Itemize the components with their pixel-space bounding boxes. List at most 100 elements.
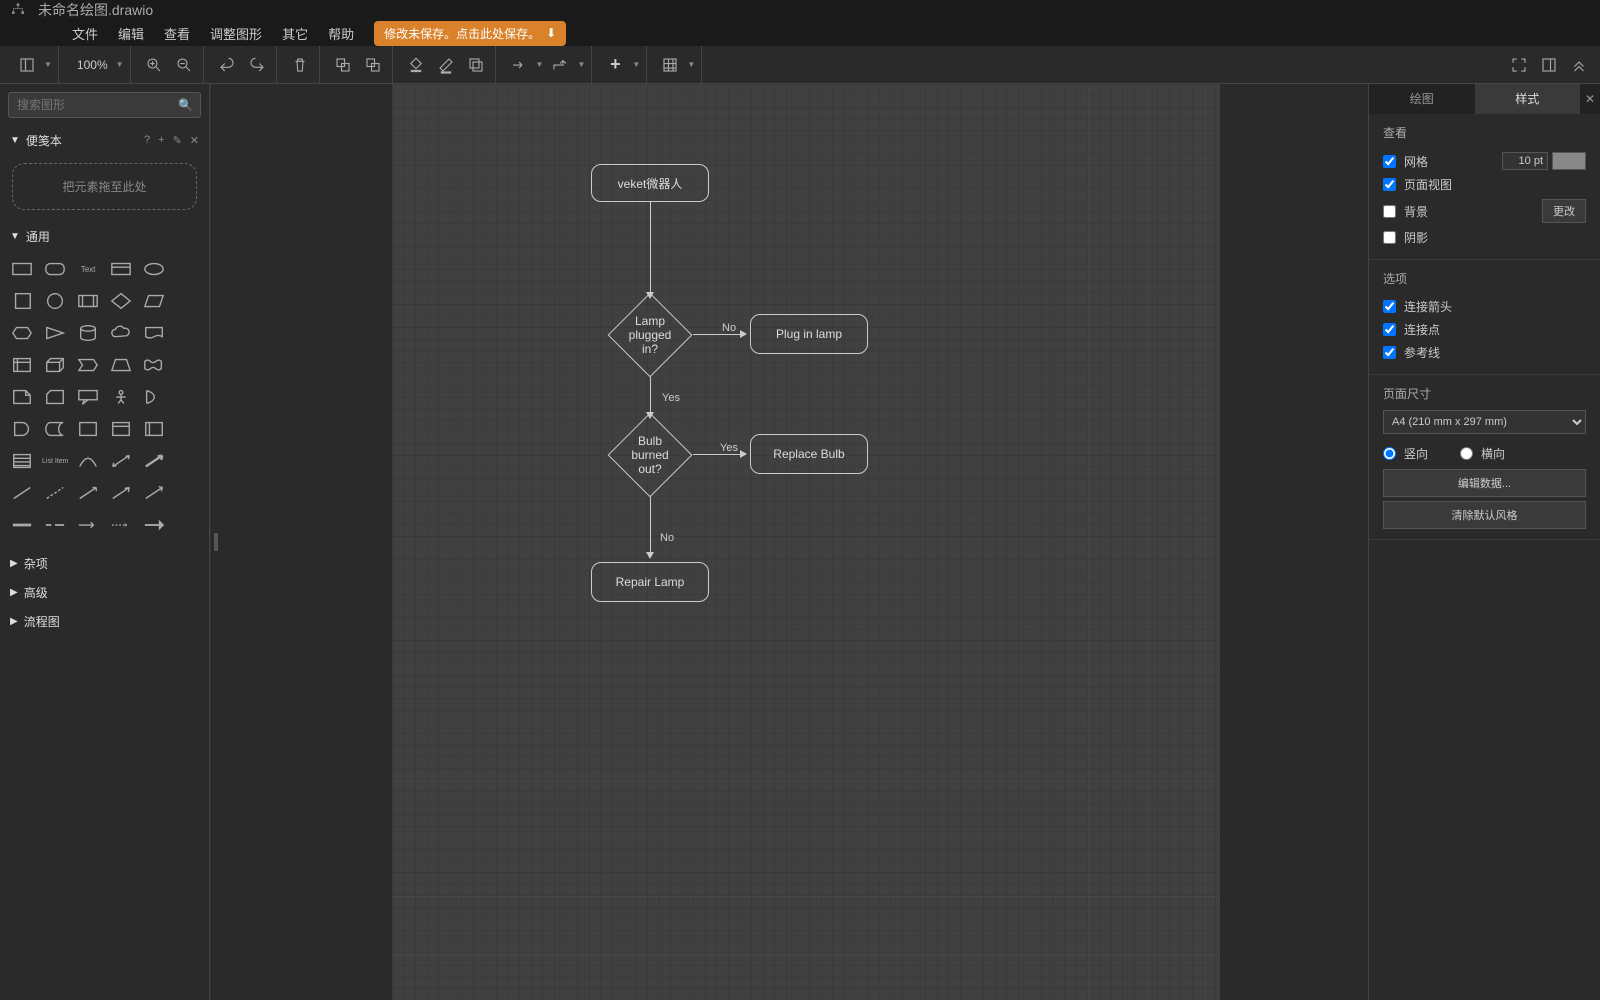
node-plug[interactable]: Plug in lamp <box>750 314 868 354</box>
shape-bidir-arrow[interactable] <box>107 447 136 475</box>
chevron-down-icon[interactable]: ▼ <box>536 60 544 69</box>
node-start[interactable]: veket微器人 <box>591 164 709 202</box>
close-panel-button[interactable]: ✕ <box>1580 84 1600 114</box>
shape-process[interactable] <box>74 287 103 315</box>
background-checkbox[interactable] <box>1383 205 1396 218</box>
shape-data-storage[interactable] <box>41 415 70 443</box>
fill-color-button[interactable] <box>403 52 429 78</box>
shape-cloud[interactable] <box>107 319 136 347</box>
view-mode-button[interactable] <box>14 52 40 78</box>
landscape-radio[interactable] <box>1460 447 1473 460</box>
shape-actor[interactable] <box>107 383 136 411</box>
undo-button[interactable] <box>214 52 240 78</box>
insert-button[interactable]: + <box>602 52 628 78</box>
edge-label-no[interactable]: No <box>722 322 736 334</box>
grid-color-swatch[interactable] <box>1552 152 1586 170</box>
chevron-down-icon[interactable]: ▼ <box>44 60 52 69</box>
shape-curve[interactable] <box>74 447 103 475</box>
to-back-button[interactable] <box>360 52 386 78</box>
section-advanced[interactable]: ▶ 高级 <box>0 578 209 607</box>
shape-open-arrow[interactable] <box>139 479 168 507</box>
edge[interactable] <box>693 454 741 455</box>
shape-line-thin-arrow[interactable] <box>74 479 103 507</box>
shape-ellipse[interactable] <box>139 255 168 283</box>
edge[interactable] <box>650 377 651 413</box>
collapse-button[interactable] <box>1566 52 1592 78</box>
shape-card[interactable] <box>41 383 70 411</box>
node-replace[interactable]: Replace Bulb <box>750 434 868 474</box>
search-icon[interactable]: 🔍 <box>178 98 193 112</box>
shape-square[interactable] <box>8 287 37 315</box>
shape-v-container[interactable] <box>139 415 168 443</box>
shape-link3[interactable] <box>74 511 103 539</box>
shape-or[interactable] <box>139 383 168 411</box>
change-background-button[interactable]: 更改 <box>1542 199 1586 223</box>
section-flowchart[interactable]: ▶ 流程图 <box>0 607 209 636</box>
grid-size-input[interactable] <box>1502 152 1548 170</box>
shape-document[interactable] <box>139 319 168 347</box>
menu-help[interactable]: 帮助 <box>318 20 364 47</box>
shape-cube[interactable] <box>41 351 70 379</box>
to-front-button[interactable] <box>330 52 356 78</box>
menu-arrange[interactable]: 调整图形 <box>200 20 272 47</box>
scratchpad-dropzone[interactable]: 把元素拖至此处 <box>12 163 197 210</box>
shape-and[interactable] <box>8 415 37 443</box>
edge[interactable] <box>693 334 741 335</box>
shape-cylinder[interactable] <box>74 319 103 347</box>
edit-data-button[interactable]: 编辑数据... <box>1383 469 1586 497</box>
menu-edit[interactable]: 编辑 <box>108 20 154 47</box>
shape-container[interactable] <box>74 415 103 443</box>
clear-style-button[interactable]: 清除默认风格 <box>1383 501 1586 529</box>
chevron-down-icon[interactable]: ▼ <box>577 60 585 69</box>
zoom-in-button[interactable] <box>141 52 167 78</box>
edit-icon[interactable]: ✎ <box>173 134 182 147</box>
tab-diagram[interactable]: 绘图 <box>1369 84 1475 114</box>
shape-line[interactable] <box>8 479 37 507</box>
line-color-button[interactable] <box>433 52 459 78</box>
shape-hexagon[interactable] <box>8 319 37 347</box>
shadow-checkbox[interactable] <box>1383 231 1396 244</box>
paper-size-select[interactable]: A4 (210 mm x 297 mm) <box>1383 410 1586 434</box>
shadow-button[interactable] <box>463 52 489 78</box>
shape-link2[interactable] <box>41 511 70 539</box>
redo-button[interactable] <box>244 52 270 78</box>
table-button[interactable] <box>657 52 683 78</box>
tab-style[interactable]: 样式 <box>1475 84 1581 114</box>
shape-rect[interactable] <box>8 255 37 283</box>
shape-internal-storage[interactable] <box>8 351 37 379</box>
document-title[interactable]: 未命名绘图.drawio <box>38 0 153 20</box>
menu-view[interactable]: 查看 <box>154 20 200 47</box>
shape-link1[interactable] <box>8 511 37 539</box>
edge[interactable] <box>650 497 651 553</box>
section-general[interactable]: ▼ 通用 <box>0 222 209 251</box>
shape-trapezoid[interactable] <box>107 351 136 379</box>
grid-checkbox[interactable] <box>1383 155 1396 168</box>
shape-step[interactable] <box>74 351 103 379</box>
portrait-radio[interactable] <box>1383 447 1396 460</box>
chevron-down-icon[interactable]: ▼ <box>632 60 640 69</box>
zoom-out-button[interactable] <box>171 52 197 78</box>
edge-label-no[interactable]: No <box>660 532 674 544</box>
shape-thin-arrow[interactable] <box>107 479 136 507</box>
add-icon[interactable]: + <box>158 134 164 147</box>
shape-circle[interactable] <box>41 287 70 315</box>
fullscreen-button[interactable] <box>1506 52 1532 78</box>
guides-checkbox[interactable] <box>1383 346 1396 359</box>
shape-text[interactable]: Text <box>74 255 103 283</box>
pageview-checkbox[interactable] <box>1383 178 1396 191</box>
shape-textbox[interactable] <box>107 255 136 283</box>
node-repair[interactable]: Repair Lamp <box>591 562 709 602</box>
section-scratchpad[interactable]: ▼ 便笺本 ? + ✎ ✕ <box>0 126 209 155</box>
shape-link5[interactable] <box>139 511 168 539</box>
shape-arrow[interactable] <box>139 447 168 475</box>
section-misc[interactable]: ▶ 杂项 <box>0 549 209 578</box>
edge-label-yes[interactable]: Yes <box>662 392 680 404</box>
edge-label-yes[interactable]: Yes <box>720 442 738 454</box>
shape-rounded-rect[interactable] <box>41 255 70 283</box>
connection-button[interactable] <box>506 52 532 78</box>
shape-tape[interactable] <box>139 351 168 379</box>
shape-callout[interactable] <box>74 383 103 411</box>
shape-h-container[interactable] <box>107 415 136 443</box>
format-panel-button[interactable] <box>1536 52 1562 78</box>
waypoint-button[interactable] <box>547 52 573 78</box>
